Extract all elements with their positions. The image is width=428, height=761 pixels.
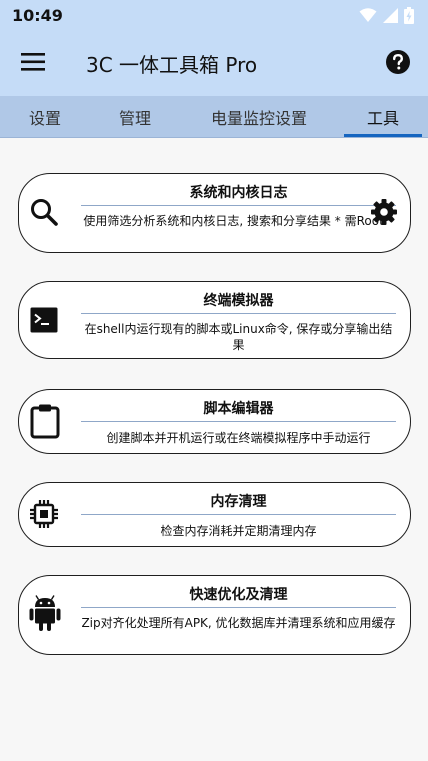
help-button[interactable] xyxy=(385,49,411,75)
card-title: 内存清理 xyxy=(210,494,267,510)
card-description: 在shell内运行现有的脚本或Linux命令, 保存或分享输出结果 xyxy=(84,322,393,352)
wifi-icon xyxy=(359,8,377,22)
tab-manage[interactable]: 管理 xyxy=(110,96,160,138)
card-description: 检查内存消耗并定期清理内存 xyxy=(160,524,317,538)
card-divider xyxy=(81,421,396,422)
app-title: 3C 一体工具箱 Pro xyxy=(86,53,258,77)
app-bar: 3C 一体工具箱 Pro xyxy=(0,30,428,96)
card-divider xyxy=(81,205,396,206)
card-description: 创建脚本并开机运行或在终端模拟程序中手动运行 xyxy=(106,431,371,445)
battery-icon xyxy=(404,6,414,24)
tab-battery-monitor-settings[interactable]: 电量监控设置 xyxy=(200,96,318,138)
card-memory-cleanup[interactable]: 内存清理 检查内存消耗并定期清理内存 xyxy=(18,482,411,547)
tab-bar: 设置 管理 电量监控设置 工具 xyxy=(0,96,428,138)
card-title: 终端模拟器 xyxy=(203,293,274,309)
search-icon xyxy=(31,199,58,226)
chip-icon xyxy=(30,500,58,528)
card-script-editor[interactable]: 脚本编辑器 创建脚本并开机运行或在终端模拟程序中手动运行 xyxy=(18,389,411,454)
help-icon xyxy=(386,50,410,74)
card-quick-optimize-clean[interactable]: 快速优化及清理 Zip对齐化处理所有APK, 优化数据库并清理系统和应用缓存 xyxy=(18,575,411,655)
card-title: 快速优化及清理 xyxy=(189,587,288,603)
menu-button[interactable] xyxy=(21,52,45,72)
status-icons xyxy=(359,6,414,24)
card-terminal-emulator[interactable]: 终端模拟器 在shell内运行现有的脚本或Linux命令, 保存或分享输出结果 xyxy=(18,281,411,359)
card-divider xyxy=(81,313,396,314)
tab-tools[interactable]: 工具 xyxy=(344,96,422,138)
terminal-icon xyxy=(30,307,58,333)
signal-icon xyxy=(383,7,398,23)
gear-icon[interactable] xyxy=(370,198,398,226)
status-bar: 10:49 xyxy=(0,0,428,30)
card-title: 系统和内核日志 xyxy=(189,185,288,201)
card-description: 使用筛选分析系统和内核日志, 搜索和分享结果 * 需Root * xyxy=(83,214,394,228)
android-icon xyxy=(29,595,61,631)
hamburger-menu-icon xyxy=(21,53,45,71)
card-divider xyxy=(81,514,396,515)
card-system-kernel-logs[interactable]: 系统和内核日志 使用筛选分析系统和内核日志, 搜索和分享结果 * 需Root * xyxy=(18,173,411,253)
tab-indicator xyxy=(344,134,422,137)
card-description: Zip对齐化处理所有APK, 优化数据库并清理系统和应用缓存 xyxy=(81,616,396,630)
status-time: 10:49 xyxy=(12,5,63,25)
tab-settings[interactable]: 设置 xyxy=(20,96,70,138)
clipboard-icon xyxy=(30,404,60,439)
card-title: 脚本编辑器 xyxy=(203,401,274,417)
card-divider xyxy=(81,607,396,608)
